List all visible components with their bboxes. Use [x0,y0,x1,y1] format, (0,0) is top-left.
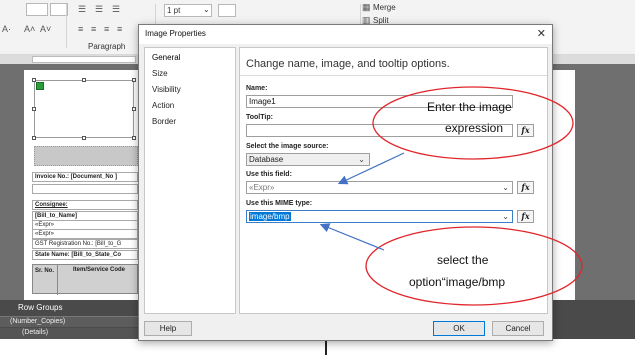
chevron-down-icon: ⌄ [203,5,210,14]
row-group-item[interactable]: (Number_Copies) [0,316,140,327]
row-group-item[interactable]: (Details) [0,328,140,339]
chevron-down-icon: ⌄ [502,183,509,192]
status-strip [0,339,635,355]
resize-handle[interactable] [32,136,36,140]
ribbon-separator [66,4,67,48]
callout-text-expression-line1: Enter the image [427,100,512,114]
image-source-value: Database [249,155,284,164]
nav-item-action[interactable]: Action [152,101,174,110]
table-header-item-code: Item/Service Code [73,267,126,273]
image-report-item[interactable] [34,80,134,138]
shrink-font-icon[interactable]: A˅ [40,24,51,34]
paragraph-group-label: Paragraph [88,42,126,51]
use-field-select[interactable]: «Expr» ⌄ [246,181,513,194]
align-left-icon[interactable]: ≡ [78,24,83,34]
dialog-titlebar: Image Properties ✕ [139,25,552,44]
state-name-field[interactable]: State Name: [Bill_to_State_Co [32,250,138,260]
align-center-icon[interactable]: ≡ [91,24,96,34]
dialog-nav: General Size Visibility Action Border [144,47,236,314]
list-icon[interactable]: ☰ [112,4,120,15]
invoice-number-field[interactable]: Invoice No.: [Document_No ] [32,172,138,182]
table-header-sr-no: Sr. No. [35,268,55,274]
use-field-value: «Expr» [249,183,275,192]
general-page: Change name, image, and tooltip options.… [239,47,548,314]
font-color-icon[interactable]: A· [2,24,11,34]
align-right-icon[interactable]: ≡ [104,24,109,34]
column-divider [57,265,58,295]
grow-font-icon[interactable]: A˄ [24,24,35,34]
nav-item-size[interactable]: Size [152,69,168,78]
row-groups-title: Row Groups [18,303,63,312]
header-band [34,146,138,166]
nav-item-border[interactable]: Border [152,117,176,126]
nav-item-visibility[interactable]: Visibility [152,85,181,94]
gst-registration-field[interactable]: GST Registration No.: [Bill_to_G [32,239,138,249]
resize-handle[interactable] [32,78,36,82]
page-heading: Change name, image, and tooltip options. [246,58,450,70]
image-source-select[interactable]: Database ⌄ [246,153,370,166]
mime-expression-button[interactable]: fx [517,210,534,223]
merge-cells-icon: ▦ [362,2,371,12]
image-icon [36,82,44,90]
callout-text-expression-line2: expression [445,121,504,135]
table-header-row[interactable]: Sr. No. Item/Service Code [32,264,138,295]
mime-type-select[interactable]: image/bmp ⌄ [246,210,513,223]
cancel-button[interactable]: Cancel [492,321,544,336]
use-field-label: Use this field: [246,171,292,178]
justify-icon[interactable]: ≡ [117,24,122,34]
mime-type-label: Use this MIME type: [246,200,313,207]
border-width-dropdown[interactable]: 1 pt ⌄ [164,4,212,17]
field-expression-button[interactable]: fx [517,181,534,194]
image-properties-dialog: Image Properties ✕ General Size Visibili… [138,24,553,341]
resize-handle[interactable] [82,136,86,140]
name-label: Name: [246,85,268,92]
callout-text-mime-line1: select the [437,253,489,267]
resize-handle[interactable] [132,136,136,140]
ruler-scale [32,56,136,63]
resize-handle[interactable] [82,78,86,82]
help-button[interactable]: Help [144,321,192,336]
font-size-dropdown[interactable] [26,3,48,16]
consignee-label[interactable]: Consignee: [32,200,138,210]
callout-text-mime-line2: option“image/bmp [409,275,506,289]
expr-field[interactable]: «Expr» [32,229,138,239]
merge-button[interactable]: Merge [373,3,396,12]
mime-type-value: image/bmp [249,212,291,221]
blank-field[interactable] [32,184,138,194]
resize-handle[interactable] [132,78,136,82]
tooltip-expression-button[interactable]: fx [517,124,534,137]
numbering-icon[interactable]: ☰ [95,4,103,15]
border-width-value: 1 pt [167,6,181,15]
image-source-label: Select the image source: [246,143,329,150]
chevron-down-icon: ⌄ [358,155,365,164]
tooltip-label: ToolTip: [246,114,273,121]
ok-button[interactable]: OK [433,321,485,336]
heading-divider [240,75,547,76]
resize-handle[interactable] [32,107,36,111]
chevron-down-icon: ⌄ [502,212,509,221]
nav-item-general[interactable]: General [152,53,180,62]
border-color-button[interactable] [218,4,236,17]
close-icon[interactable]: ✕ [537,27,546,40]
dialog-title: Image Properties [145,29,206,38]
bullets-icon[interactable]: ☰ [78,4,86,15]
resize-handle[interactable] [132,107,136,111]
